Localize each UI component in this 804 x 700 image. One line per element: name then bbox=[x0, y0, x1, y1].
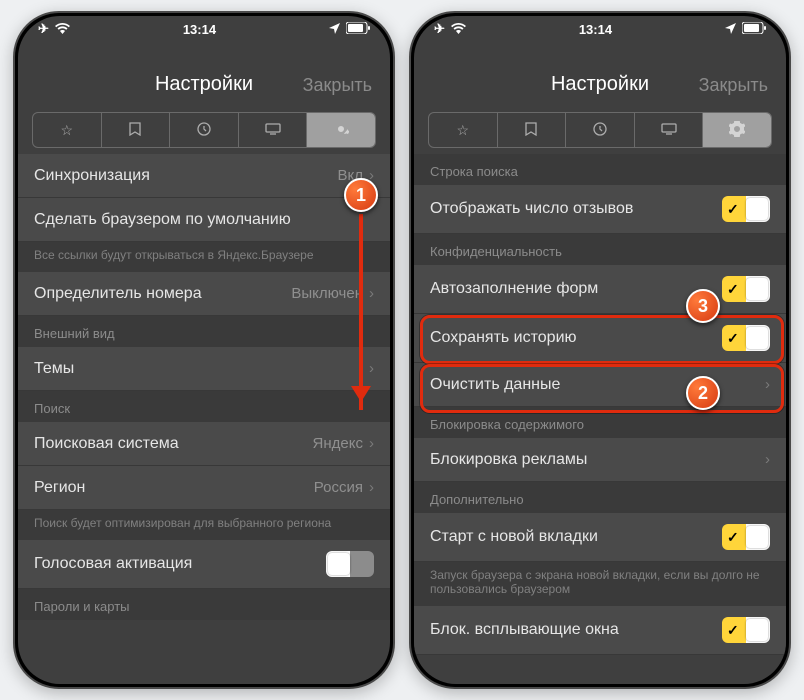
row-value: Яндекс bbox=[313, 435, 363, 452]
row-caller-id[interactable]: Определитель номера Выключен › bbox=[18, 272, 390, 316]
airplane-icon: ✈ bbox=[38, 21, 49, 37]
row-adblock[interactable]: Блокировка рекламы › bbox=[414, 438, 786, 482]
location-icon bbox=[329, 22, 340, 37]
toggle-popups[interactable] bbox=[722, 617, 770, 643]
row-label: Блокировка рекламы bbox=[430, 451, 587, 469]
callout-2: 2 bbox=[686, 376, 720, 410]
tab-history[interactable] bbox=[566, 113, 635, 147]
gear-icon bbox=[729, 121, 745, 140]
row-voice-activation[interactable]: Голосовая активация bbox=[18, 540, 390, 589]
tab-favorites[interactable]: ☆ bbox=[429, 113, 498, 147]
arrow-down bbox=[359, 214, 363, 410]
chevron-right-icon: › bbox=[369, 285, 374, 302]
row-label: Поисковая система bbox=[34, 435, 179, 453]
row-default-browser[interactable]: Сделать браузером по умолчанию bbox=[18, 198, 390, 242]
tab-bookmarks[interactable] bbox=[102, 113, 171, 147]
footnote-region: Поиск будет оптимизирован для выбранного… bbox=[18, 510, 390, 540]
status-time: 13:14 bbox=[183, 22, 216, 37]
row-label: Голосовая активация bbox=[34, 555, 192, 573]
status-bar: ✈ 13:14 bbox=[18, 16, 390, 42]
row-region[interactable]: Регион Россия › bbox=[18, 466, 390, 510]
wifi-icon bbox=[451, 22, 466, 37]
row-label: Блок. всплывающие окна bbox=[430, 621, 619, 639]
toggle-autofill[interactable] bbox=[722, 276, 770, 302]
section-searchbar: Строка поиска bbox=[414, 154, 786, 185]
page-title: Настройки bbox=[551, 73, 649, 96]
tab-favorites[interactable]: ☆ bbox=[33, 113, 102, 147]
section-passwords-cards: Пароли и карты bbox=[18, 589, 390, 620]
status-bar: ✈ 13:14 bbox=[414, 16, 786, 42]
callout-3: 3 bbox=[686, 289, 720, 323]
phone-left: ✈ 13:14 Настройки Закрыть ☆ bbox=[13, 11, 395, 689]
footnote-new-tab: Запуск браузера с экрана новой вкладки, … bbox=[414, 562, 786, 606]
row-label: Регион bbox=[34, 479, 85, 497]
monitor-icon bbox=[265, 122, 281, 138]
header: Настройки Закрыть bbox=[18, 42, 390, 112]
location-icon bbox=[725, 22, 736, 37]
tab-settings[interactable] bbox=[703, 113, 771, 147]
callout-1: 1 bbox=[344, 178, 378, 212]
section-privacy: Конфиденциальность bbox=[414, 234, 786, 265]
tab-devices[interactable] bbox=[635, 113, 704, 147]
row-sync[interactable]: Синхронизация Вкл › bbox=[18, 154, 390, 198]
tab-bar: ☆ bbox=[32, 112, 376, 148]
row-themes[interactable]: Темы › bbox=[18, 347, 390, 391]
header: Настройки Закрыть bbox=[414, 42, 786, 112]
battery-icon bbox=[346, 22, 370, 37]
history-icon bbox=[593, 122, 607, 139]
row-block-popups[interactable]: Блок. всплывающие окна bbox=[414, 606, 786, 655]
row-new-tab-start[interactable]: Старт с новой вкладки bbox=[414, 513, 786, 562]
row-label: Определитель номера bbox=[34, 285, 202, 303]
row-value: Россия bbox=[314, 479, 363, 496]
row-value: Выключен bbox=[291, 285, 363, 302]
section-appearance: Внешний вид bbox=[18, 316, 390, 347]
page-title: Настройки bbox=[155, 73, 253, 96]
row-label: Синхронизация bbox=[34, 167, 150, 185]
tab-bookmarks[interactable] bbox=[498, 113, 567, 147]
phone-right: ✈ 13:14 Настройки Закрыть ☆ bbox=[409, 11, 791, 689]
row-label: Старт с новой вкладки bbox=[430, 528, 598, 546]
row-label: Сделать браузером по умолчанию bbox=[34, 211, 291, 229]
chevron-right-icon: › bbox=[369, 479, 374, 496]
tab-settings[interactable] bbox=[307, 113, 375, 147]
status-time: 13:14 bbox=[579, 22, 612, 37]
chevron-right-icon: › bbox=[765, 451, 770, 468]
row-autofill[interactable]: Автозаполнение форм bbox=[414, 265, 786, 314]
footnote-default-browser: Все ссылки будут открываться в Яндекс.Бр… bbox=[18, 242, 390, 272]
wifi-icon bbox=[55, 22, 70, 37]
bookmark-icon bbox=[129, 122, 141, 139]
tab-history[interactable] bbox=[170, 113, 239, 147]
row-reviews-count[interactable]: Отображать число отзывов bbox=[414, 185, 786, 234]
row-label: Темы bbox=[34, 360, 74, 378]
monitor-icon bbox=[661, 122, 677, 138]
highlight-clear-row bbox=[420, 364, 784, 413]
row-search-engine[interactable]: Поисковая система Яндекс › bbox=[18, 422, 390, 466]
toggle-newtab[interactable] bbox=[722, 524, 770, 550]
chevron-right-icon: › bbox=[369, 435, 374, 452]
highlight-history-row bbox=[420, 315, 784, 364]
toggle-voice[interactable] bbox=[326, 551, 374, 577]
chevron-right-icon: › bbox=[369, 360, 374, 377]
row-label: Отображать число отзывов bbox=[430, 200, 633, 218]
section-search: Поиск bbox=[18, 391, 390, 422]
star-icon: ☆ bbox=[61, 122, 74, 139]
tab-devices[interactable] bbox=[239, 113, 308, 147]
airplane-icon: ✈ bbox=[434, 21, 445, 37]
gear-icon bbox=[333, 121, 349, 140]
history-icon bbox=[197, 122, 211, 139]
section-additional: Дополнительно bbox=[414, 482, 786, 513]
tab-bar: ☆ bbox=[428, 112, 772, 148]
close-button[interactable]: Закрыть bbox=[699, 75, 768, 96]
toggle-reviews[interactable] bbox=[722, 196, 770, 222]
bookmark-icon bbox=[525, 122, 537, 139]
star-icon: ☆ bbox=[457, 122, 470, 139]
battery-icon bbox=[742, 22, 766, 37]
close-button[interactable]: Закрыть bbox=[303, 75, 372, 96]
row-label: Автозаполнение форм bbox=[430, 280, 598, 298]
